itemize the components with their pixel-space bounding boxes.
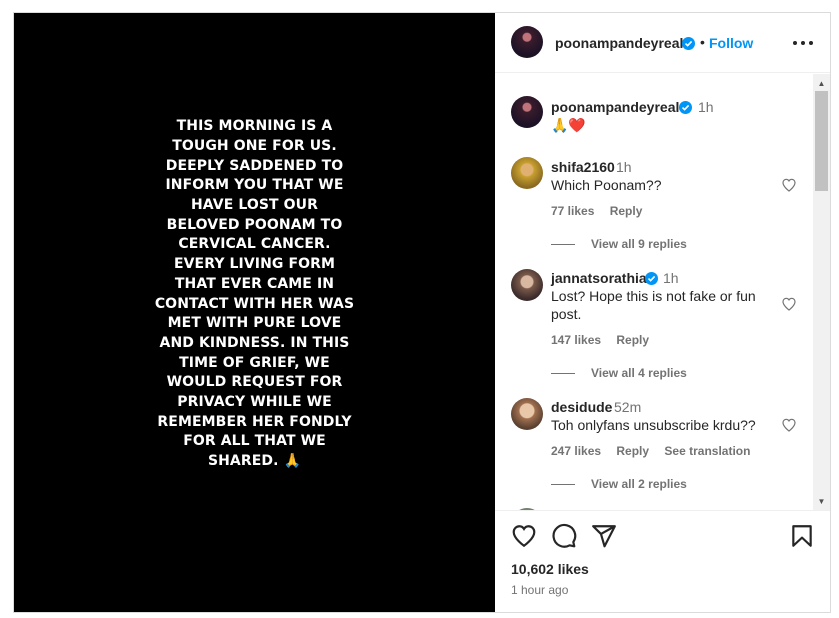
comment-username[interactable]: desidude xyxy=(551,399,612,415)
media-text: THIS MORNING IS A TOUGH ONE FOR US. DEEP… xyxy=(154,118,355,470)
post-actions: 10,602 likes 1 hour ago xyxy=(495,510,830,612)
header-username[interactable]: poonampandeyreal xyxy=(555,35,683,51)
scroll-down-arrow-icon[interactable]: ▼ xyxy=(813,494,830,508)
likes-count[interactable]: 10,602 likes xyxy=(511,561,589,577)
comment-meta: 77 likes Reply xyxy=(551,204,642,218)
caption-time: 1h xyxy=(698,99,714,115)
post-media: THIS MORNING IS A TOUGH ONE FOR US. DEEP… xyxy=(14,13,495,612)
see-translation-button[interactable]: See translation xyxy=(664,444,750,458)
avatar[interactable] xyxy=(511,157,543,189)
comment-time: 1h xyxy=(663,270,679,286)
comment-time: 1h xyxy=(616,159,632,175)
verified-badge-icon xyxy=(645,272,658,285)
comment-username[interactable]: shifa2160 xyxy=(551,159,615,175)
like-comment-heart-icon[interactable] xyxy=(781,296,797,312)
comment-text: Which Poonam?? xyxy=(551,177,662,193)
view-replies-button[interactable]: View all 9 replies xyxy=(551,237,687,251)
verified-badge-icon xyxy=(682,37,695,50)
separator-dot: • xyxy=(700,34,705,50)
post-header: poonampandeyreal • Follow xyxy=(495,13,830,73)
reply-button[interactable]: Reply xyxy=(616,333,649,347)
view-replies-button[interactable]: View all 2 replies xyxy=(551,477,687,491)
more-horizontal-icon[interactable] xyxy=(791,31,815,55)
follow-button[interactable]: Follow xyxy=(709,35,753,51)
comment-likes[interactable]: 147 likes xyxy=(551,333,601,347)
scroll-up-arrow-icon[interactable]: ▲ xyxy=(813,76,830,90)
comment-time: 52m xyxy=(614,399,642,415)
comment-icon[interactable] xyxy=(551,523,577,549)
scrollbar-thumb[interactable] xyxy=(815,91,828,191)
comment-meta: 147 likes Reply xyxy=(551,333,649,347)
comments-list[interactable]: poonampandeyreal 1h 🙏❤️ shifa2160 1h Whi… xyxy=(495,74,830,510)
avatar[interactable] xyxy=(511,96,543,128)
comment-text: Lost? Hope this is not fake or fun post. xyxy=(551,288,756,322)
bookmark-icon[interactable] xyxy=(789,523,815,549)
avatar[interactable] xyxy=(511,26,543,58)
caption-text: 🙏❤️ xyxy=(551,117,586,133)
comment-meta: 247 likes Reply See translation xyxy=(551,444,750,458)
avatar[interactable] xyxy=(511,269,543,301)
comment-username[interactable]: jannatsorathia xyxy=(551,270,647,286)
like-comment-heart-icon[interactable] xyxy=(781,177,797,193)
like-comment-heart-icon[interactable] xyxy=(781,417,797,433)
comment-likes[interactable]: 77 likes xyxy=(551,204,594,218)
caption-username[interactable]: poonampandeyreal xyxy=(551,99,679,115)
comment-text: Toh onlyfans unsubscribe krdu?? xyxy=(551,417,756,433)
post-timestamp[interactable]: 1 hour ago xyxy=(511,583,568,597)
verified-badge-icon xyxy=(679,101,692,114)
comment-likes[interactable]: 247 likes xyxy=(551,444,601,458)
comments-scrollbar[interactable]: ▲ ▼ xyxy=(813,74,830,510)
view-replies-button[interactable]: View all 4 replies xyxy=(551,366,687,380)
avatar[interactable] xyxy=(511,398,543,430)
heart-icon[interactable] xyxy=(511,523,537,549)
reply-button[interactable]: Reply xyxy=(616,444,649,458)
reply-button[interactable]: Reply xyxy=(610,204,643,218)
post-sidebar: poonampandeyreal • Follow poonampandeyre… xyxy=(495,13,830,612)
post-dialog: THIS MORNING IS A TOUGH ONE FOR US. DEEP… xyxy=(13,12,831,613)
share-icon[interactable] xyxy=(591,523,617,549)
